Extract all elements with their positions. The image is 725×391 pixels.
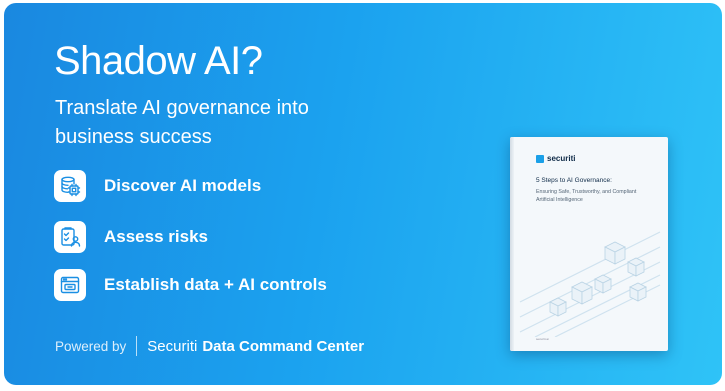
powered-by-footer: Powered by Securiti Data Command Center [55, 336, 364, 356]
ebook-logo: securiti [536, 154, 575, 163]
ebook-cover[interactable]: securiti 5 Steps to AI Governance: Ensur… [510, 137, 668, 351]
powered-by-label: Powered by [55, 338, 127, 354]
ebook-illustration [519, 231, 661, 337]
ebook-title: 5 Steps to AI Governance: [536, 177, 612, 184]
subheadline: Translate AI governance into business su… [55, 97, 309, 148]
feature-assess-risks: Assess risks [54, 221, 208, 253]
feature-discover-ai-models: Discover AI models [54, 170, 261, 202]
product-name: Data Command Center [202, 337, 365, 355]
headline: Shadow AI? [54, 39, 263, 83]
ebook-subtitle: Ensuring Safe, Trustworthy, and Complian… [536, 189, 637, 203]
browser-window-icon [54, 269, 86, 301]
feature-label: Discover AI models [104, 176, 262, 195]
securiti-logo-icon [536, 154, 544, 163]
promo-banner[interactable]: Shadow AI? Translate AI governance into … [4, 3, 722, 385]
ebook-logo-text: securiti [547, 154, 576, 163]
brand-name: Securiti [147, 337, 198, 355]
feature-establish-controls: Establish data + AI controls [54, 269, 327, 301]
footer-divider [136, 336, 138, 356]
database-chip-icon [54, 170, 86, 202]
feature-label: Assess risks [104, 227, 208, 246]
feature-label: Establish data + AI controls [104, 275, 327, 294]
ebook-footer-text: securiti.ai [536, 337, 549, 341]
checklist-user-icon [54, 221, 86, 253]
